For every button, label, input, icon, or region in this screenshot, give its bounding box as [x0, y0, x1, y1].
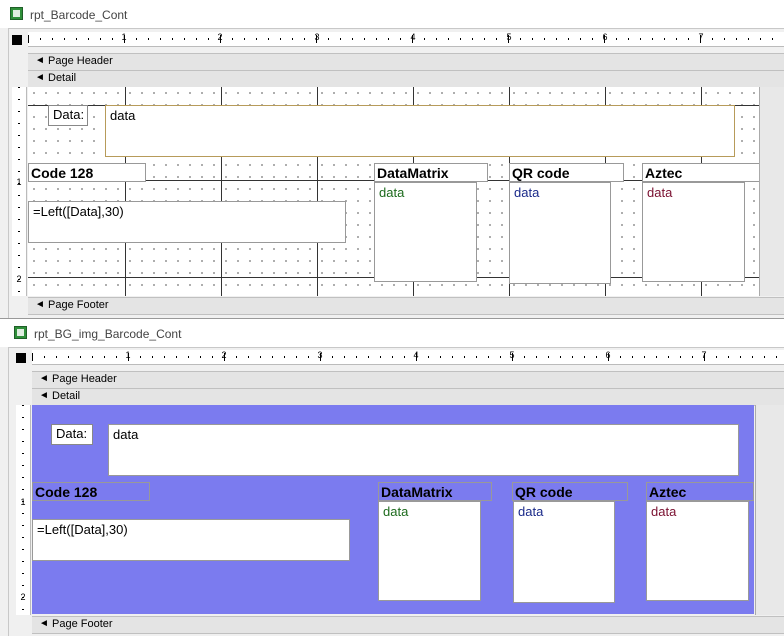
aztec-label[interactable]: Aztec: [646, 482, 754, 501]
section-collapse-icon: ◄: [39, 390, 49, 401]
horizontal-ruler[interactable]: 1 2 3 4 5 6 7: [28, 32, 784, 47]
ruler-mark: 1: [121, 32, 127, 42]
section-label: Page Header: [48, 55, 113, 67]
aztec-box[interactable]: data: [646, 501, 749, 601]
ruler-mark: 7: [701, 350, 707, 360]
page-header-section-bar[interactable]: ◄ Page Header: [28, 53, 784, 71]
ruler-mark: 5: [509, 350, 515, 360]
ruler-mark: 7: [698, 32, 704, 42]
qr-code-box[interactable]: data: [509, 182, 611, 284]
section-label: Page Footer: [48, 299, 109, 311]
detail-section[interactable]: Data: data Code 128 =Left([Data],30) Dat…: [28, 87, 760, 296]
ruler-mark: 4: [410, 32, 416, 42]
ruler-mark: 1: [16, 177, 22, 187]
aztec-box[interactable]: data: [642, 182, 745, 282]
section-label: Page Header: [52, 373, 117, 385]
report-icon: [14, 326, 27, 339]
detail-section-bar[interactable]: ◄ Detail: [32, 388, 784, 406]
section-collapse-icon: ◄: [35, 55, 45, 66]
data-label[interactable]: Data:: [51, 424, 93, 445]
detail-section-background[interactable]: Data: data Code 128 =Left([Data],30) Dat…: [32, 405, 754, 614]
ruler-mark: 1: [125, 350, 131, 360]
ruler-mark: 5: [506, 32, 512, 42]
data-textbox[interactable]: data: [108, 424, 739, 476]
qr-code-label[interactable]: QR code: [509, 163, 624, 182]
select-report-box[interactable]: [12, 35, 22, 45]
report-right-edge[interactable]: [755, 405, 784, 615]
ruler-mark: 2: [16, 274, 22, 284]
report-icon: [10, 7, 23, 20]
ruler-mark: 3: [314, 32, 320, 42]
section-label: Page Footer: [52, 618, 113, 630]
data-label[interactable]: Data:: [48, 105, 88, 126]
section-label: Detail: [48, 72, 77, 84]
ruler-mark: 3: [317, 350, 323, 360]
window-title-bar[interactable]: rpt_Barcode_Cont: [0, 0, 784, 28]
code128-formula-textbox[interactable]: =Left([Data],30): [28, 201, 346, 243]
window-title: rpt_Barcode_Cont: [30, 8, 128, 22]
vertical-ruler[interactable]: 1 2: [16, 405, 31, 615]
detail-section-bar[interactable]: ◄ Detail: [28, 70, 784, 88]
datamatrix-box[interactable]: data: [378, 501, 481, 601]
section-collapse-icon: ◄: [35, 72, 45, 83]
horizontal-ruler[interactable]: 1 2 3 4 5 6 7: [32, 350, 784, 365]
section-collapse-icon: ◄: [35, 299, 45, 310]
section-collapse-icon: ◄: [39, 618, 49, 629]
window-title: rpt_BG_img_Barcode_Cont: [34, 327, 182, 341]
report-design-window-1: rpt_Barcode_Cont 1 2 3 4 5 6 7 ◄ Page He…: [0, 0, 784, 318]
window-title-bar[interactable]: rpt_BG_img_Barcode_Cont: [0, 319, 784, 347]
data-textbox[interactable]: data: [105, 105, 735, 157]
select-report-box[interactable]: [16, 353, 26, 363]
code128-label[interactable]: Code 128: [28, 163, 146, 182]
code128-label[interactable]: Code 128: [32, 482, 150, 501]
qr-code-label[interactable]: QR code: [512, 482, 628, 501]
ruler-mark: 2: [20, 592, 26, 602]
datamatrix-label[interactable]: DataMatrix: [374, 163, 488, 182]
report-design-window-2: rpt_BG_img_Barcode_Cont 1 2 3 4 5 6 7 ◄ …: [0, 318, 784, 636]
report-right-edge[interactable]: [759, 87, 784, 296]
ruler-mark: 4: [413, 350, 419, 360]
qr-code-box[interactable]: data: [513, 501, 615, 603]
datamatrix-label[interactable]: DataMatrix: [378, 482, 492, 501]
aztec-label[interactable]: Aztec: [642, 163, 760, 182]
page-footer-section-bar[interactable]: ◄ Page Footer: [32, 616, 784, 634]
ruler-mark: 6: [602, 32, 608, 42]
ruler-mark: 6: [605, 350, 611, 360]
datamatrix-box[interactable]: data: [374, 182, 477, 282]
vertical-ruler[interactable]: 1 2: [12, 87, 27, 296]
ruler-mark: 2: [217, 32, 223, 42]
section-label: Detail: [52, 390, 81, 402]
ruler-mark: 2: [221, 350, 227, 360]
ruler-mark: 1: [20, 497, 26, 507]
page-footer-section-bar[interactable]: ◄ Page Footer: [28, 297, 784, 315]
page-header-section-bar[interactable]: ◄ Page Header: [32, 371, 784, 389]
code128-formula-textbox[interactable]: =Left([Data],30): [32, 519, 350, 561]
section-collapse-icon: ◄: [39, 373, 49, 384]
